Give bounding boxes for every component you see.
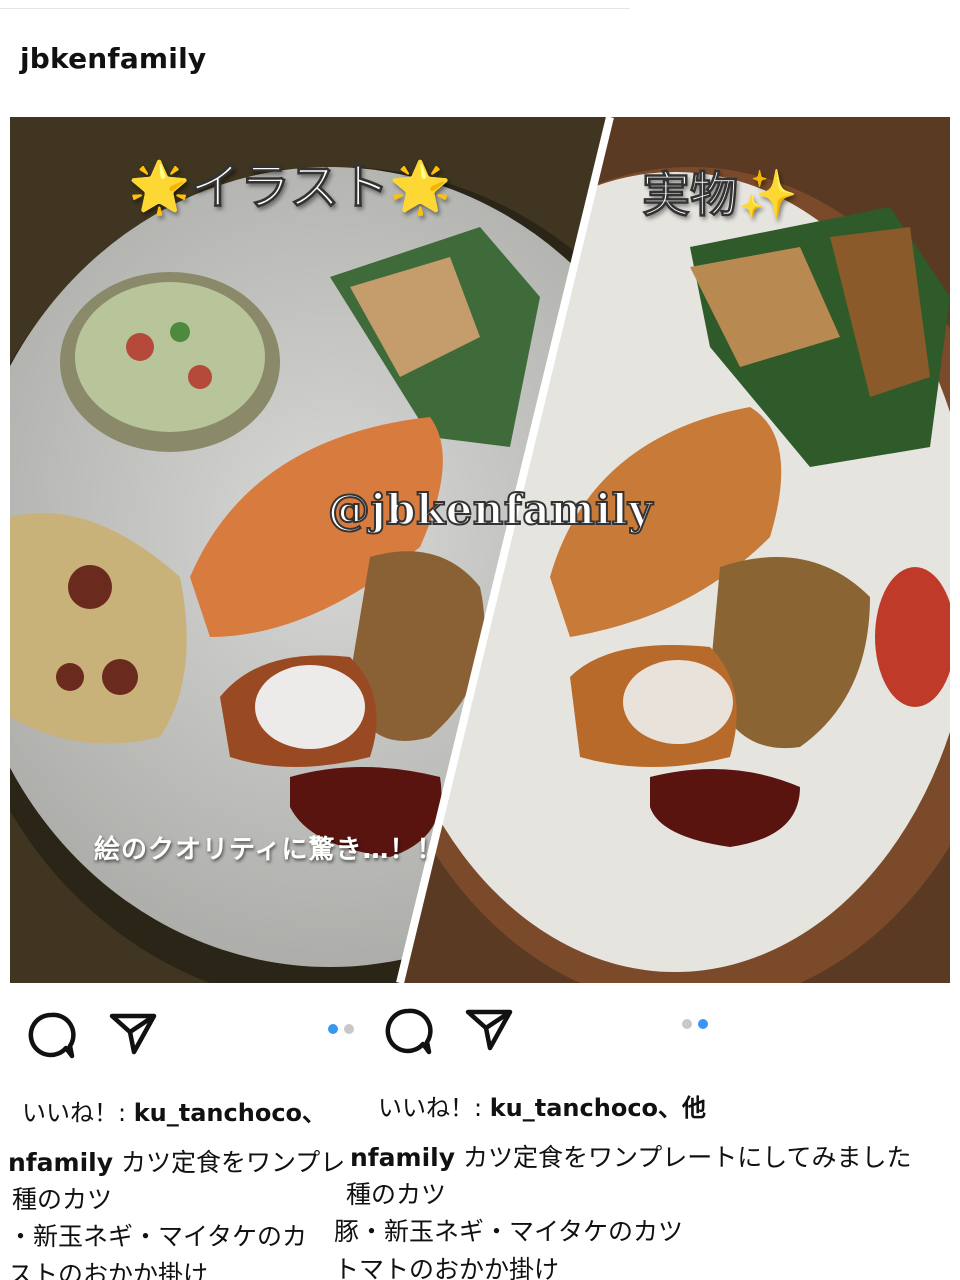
caption-line-1: nfamily カツ定食をワンプレートにしてみました [350,1138,911,1174]
likes-line[interactable]: いいね！: ku_tanchoco、他 [378,1088,706,1123]
share-icon[interactable] [108,1010,158,1056]
left-caption-block: いいね！: ku_tanchoco、 nfamily カツ定食をワンプレ 種のカ… [0,1085,372,1280]
caption-line-1: nfamily カツ定食をワンプレ [8,1143,345,1179]
caption-text: カツ定食をワンプレ [113,1148,346,1177]
carousel-dot-2 [344,1024,354,1034]
caption-line-3: 豚・新玉ネギ・マイタケのカツ [334,1217,684,1246]
likes-prefix: いいね！: [22,1099,134,1127]
caption-line-2: 種のカツ [12,1185,113,1214]
likes-user[interactable]: ku_tanchoco、 [134,1099,326,1127]
post-image[interactable]: 🌟イラスト🌟 実物✨ @jbkenfamily 絵のクオリティに驚き…！！ [10,117,950,983]
share-icon[interactable] [464,1006,514,1052]
caption-real: 実物✨ [642,167,799,224]
caption-illustration: 🌟イラスト🌟 [128,158,453,217]
likes-others[interactable]: 、他 [658,1094,706,1122]
caption-line-2: 種のカツ [346,1180,447,1209]
likes-user[interactable]: ku_tanchoco [490,1094,658,1122]
likes-line[interactable]: いいね！: ku_tanchoco、 [22,1093,326,1128]
caption-username[interactable]: nfamily [8,1148,113,1177]
caption-line-3: ・新玉ネギ・マイタケのカ [8,1222,308,1251]
overlay-text: 絵のクオリティに驚き…！！ [94,835,444,865]
carousel-indicator [682,1019,708,1029]
likes-prefix: いいね！: [378,1094,490,1122]
caption-line-4: トマトのおかか掛け [334,1255,560,1280]
comment-icon[interactable] [26,1010,76,1060]
post-username[interactable]: jbkenfamily [20,42,206,75]
top-divider [0,8,630,9]
carousel-dot-1 [328,1024,338,1034]
carousel-indicator [328,1024,354,1034]
comment-icon[interactable] [383,1006,433,1056]
watermark: @jbkenfamily [327,484,653,535]
carousel-dot-2 [698,1019,708,1029]
right-caption-block: いいね！: ku_tanchoco、他 nfamily カツ定食をワンプレートに… [330,1080,960,1280]
carousel-dot-1 [682,1019,692,1029]
caption-text: カツ定食をワンプレートにしてみました [455,1143,912,1172]
caption-username[interactable]: nfamily [350,1143,455,1172]
caption-line-4: ストのおかか掛け [8,1260,209,1280]
